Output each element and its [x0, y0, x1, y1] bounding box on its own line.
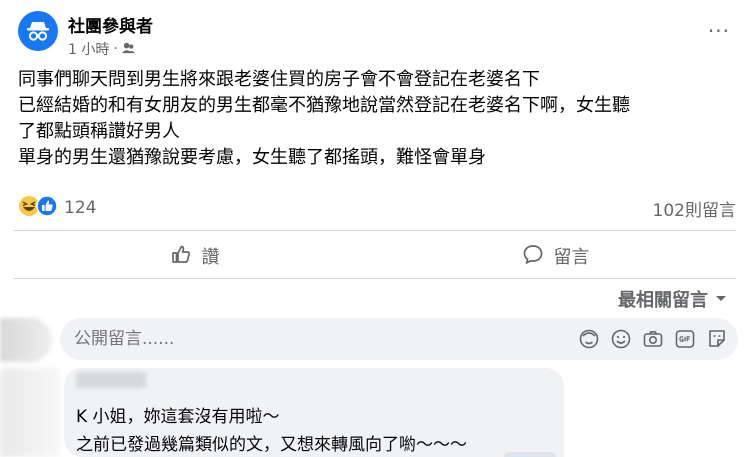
more-options-button[interactable]: ···: [708, 19, 730, 43]
anonymous-member-avatar-icon[interactable]: [18, 11, 58, 51]
comment-line-1: K 小姐，妳這套沒有用啦～: [76, 407, 280, 427]
post-line-2: 已經結婚的和有女朋友的男生都毫不猶豫地說當然登記在老婆名下啊，女生聽: [18, 95, 630, 116]
post-line-1: 同事們聊天問到男生將來跟老婆住買的房子會不會登記在老婆名下: [18, 69, 540, 90]
comment-bubble-icon: [522, 243, 544, 270]
commenter-name[interactable]: [76, 372, 146, 388]
thumbs-up-icon: [170, 243, 192, 270]
current-user-avatar: [0, 318, 52, 362]
commenter-avatar: [0, 368, 60, 457]
post-body: 同事們聊天問到男生將來跟老婆住買的房子會不會登記在老婆名下 已經結婚的和有女朋友…: [18, 67, 738, 171]
post-line-3: 了都點頭稱讚好男人: [18, 121, 180, 142]
post-header: 社團參與者 1 小時 · ···: [18, 9, 738, 63]
camera-icon[interactable]: [642, 328, 664, 350]
sort-label: 最相關留言: [618, 290, 708, 311]
post-actions: 讚 留言: [14, 238, 736, 274]
comment-line-2: 之前已發過幾篇類似的文，又想來轉風向了喲～～～: [76, 435, 467, 455]
chevron-down-icon: [714, 289, 728, 310]
comment-sort-dropdown[interactable]: 最相關留言: [618, 286, 728, 312]
post-meta: 1 小時 ·: [68, 39, 135, 59]
comment-label: 留言: [553, 247, 590, 268]
gif-icon[interactable]: [674, 328, 696, 350]
sticker-icon[interactable]: [706, 328, 728, 350]
author-name[interactable]: 社團參與者: [68, 12, 153, 37]
comment-composer[interactable]: [60, 318, 738, 360]
reaction-count[interactable]: 124: [64, 198, 96, 218]
avatar-sticker-icon[interactable]: [578, 328, 600, 350]
post-time[interactable]: 1 小時: [68, 39, 109, 59]
comment-count[interactable]: 102則留言: [653, 196, 736, 221]
comment-button[interactable]: 留言: [375, 238, 736, 274]
comment-input[interactable]: [74, 318, 554, 360]
like-reaction-icon: [36, 195, 58, 221]
comment-reactions[interactable]: [504, 452, 556, 457]
post-line-4: 單身的男生還猶豫說要考慮，女生聽了都搖頭，難怪會單身: [18, 147, 486, 168]
emoji-icon[interactable]: [610, 328, 632, 350]
divider-top: [14, 230, 736, 231]
divider-bottom: [14, 278, 736, 279]
like-button[interactable]: 讚: [14, 238, 375, 274]
group-privacy-icon: [121, 41, 135, 58]
comment-bubble: K 小姐，妳這套沒有用啦～ 之前已發過幾篇類似的文，又想來轉風向了喲～～～: [64, 368, 564, 457]
like-label: 讚: [201, 247, 220, 268]
composer-tools: [578, 328, 728, 350]
meta-separator: ·: [113, 41, 118, 57]
reaction-summary[interactable]: 124: [18, 194, 96, 222]
